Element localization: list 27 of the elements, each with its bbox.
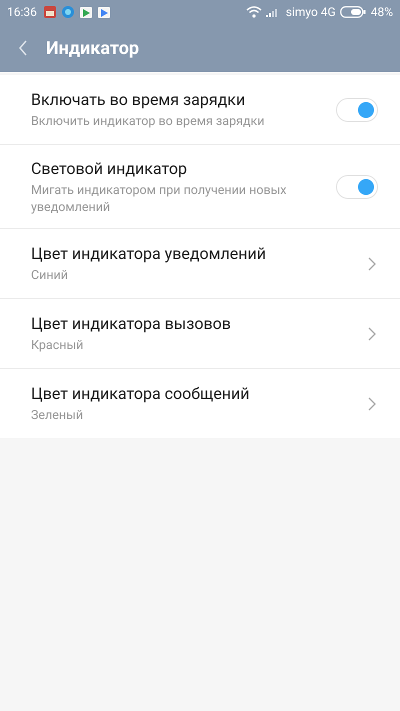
setting-title[interactable]: Цвет индикатора сообщений: [31, 383, 368, 405]
app-notification-icon: [42, 5, 57, 19]
play-store-icon: [96, 5, 111, 19]
toggle-switch[interactable]: [336, 174, 378, 198]
setting-description: Включить индикатор во время зарядки: [31, 113, 266, 130]
app-notification-icon: [60, 5, 75, 19]
setting-description: Синий: [31, 267, 69, 284]
status-time: 16:36: [7, 5, 37, 19]
setting-title[interactable]: Включать во время зарядки: [31, 89, 336, 111]
page-title: Индикатор: [46, 38, 140, 58]
setting-description: Зеленый: [31, 407, 84, 424]
chevron-right-icon: [368, 396, 376, 410]
battery-icon: [340, 6, 366, 18]
setting-title[interactable]: Цвет индикатора уведомлений: [31, 243, 368, 265]
battery-percent: 48%: [370, 5, 393, 19]
toggle-switch[interactable]: [336, 98, 378, 122]
setting-description: Красный: [31, 337, 84, 354]
back-icon[interactable]: [18, 40, 28, 56]
wifi-icon: [246, 6, 262, 18]
setting-description: Мигать индикатором при получении новых уведомлений: [31, 182, 288, 216]
setting-title[interactable]: Световой индикатор: [31, 158, 336, 180]
chevron-right-icon: [368, 256, 376, 270]
signal-icon: [266, 7, 280, 17]
carrier-label: simyo 4G: [286, 5, 336, 19]
play-store-icon: [78, 5, 93, 19]
setting-title[interactable]: Цвет индикатора вызовов: [31, 313, 368, 335]
chevron-right-icon: [368, 326, 376, 340]
